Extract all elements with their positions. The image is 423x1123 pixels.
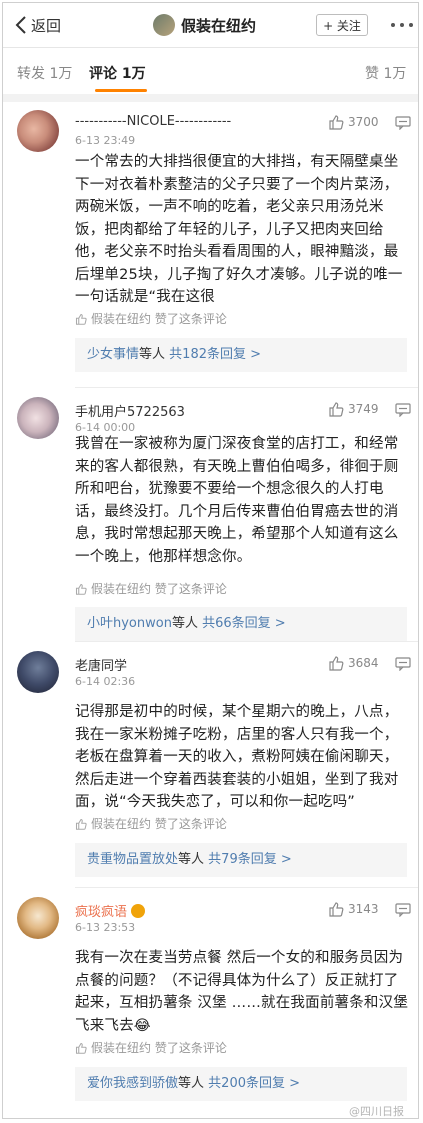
small-thumbs-up-icon bbox=[75, 1042, 87, 1054]
like-count: 3700 bbox=[348, 115, 379, 129]
small-thumbs-up-icon bbox=[75, 818, 87, 830]
small-thumbs-up-icon bbox=[75, 583, 87, 595]
like-count: 3684 bbox=[348, 656, 379, 670]
vip-badge-icon bbox=[131, 904, 146, 918]
comment-username[interactable]: 老唐同学 bbox=[75, 655, 127, 674]
section-divider bbox=[3, 94, 418, 102]
reply-mid-text: 等人 bbox=[178, 852, 205, 867]
comment-time: 6-13 23:53 bbox=[75, 921, 136, 934]
like-button[interactable]: 3143 bbox=[328, 901, 379, 917]
avatar[interactable] bbox=[17, 651, 59, 693]
screen-frame: 返回 假装在纽约 + 关注 转发 1万 评论 1万 赞 1万 ---------… bbox=[2, 2, 419, 1119]
comment-divider bbox=[75, 887, 418, 888]
reply-user[interactable]: 爱你我感到骄傲 bbox=[87, 1076, 178, 1091]
reply-icon[interactable] bbox=[395, 657, 411, 671]
like-count: 3143 bbox=[348, 902, 379, 916]
replies-summary[interactable]: 爱你我感到骄傲等人 共200条回复 > bbox=[75, 1067, 407, 1101]
reply-count[interactable]: 共200条回复 > bbox=[208, 1076, 300, 1091]
avatar[interactable] bbox=[17, 897, 59, 939]
follow-button[interactable]: + 关注 bbox=[316, 14, 368, 36]
like-button[interactable]: 3684 bbox=[328, 655, 379, 671]
reply-mid-text: 等人 bbox=[139, 347, 166, 362]
comment-text: 记得那是初中的时候，某个星期六的晚上，八点，我在一家米粉摊子吃粉，店里的客人只有… bbox=[75, 704, 399, 810]
small-thumbs-up-icon bbox=[75, 313, 87, 325]
reply-count[interactable]: 共66条回复 > bbox=[202, 616, 286, 631]
comment-username-text: 疯琰疯语 bbox=[75, 905, 128, 920]
liked-by-text: 假装在纽约 赞了这条评论 bbox=[91, 1041, 227, 1055]
page-title-group: 假装在纽约 bbox=[153, 13, 256, 37]
like-button[interactable]: 3749 bbox=[328, 401, 379, 417]
comment-item: 老唐同学 6-14 02:36 3684 记得那是初中的时候，某个星期六的晚上，… bbox=[3, 643, 418, 888]
comment-time: 6-13 23:49 bbox=[75, 134, 136, 147]
author-avatar[interactable] bbox=[153, 14, 175, 36]
comment-item: 手机用户5722563 6-14 00:00 3749 我曾在一家被称为厦门深夜… bbox=[3, 389, 418, 642]
comment-divider bbox=[75, 641, 418, 642]
reply-count[interactable]: 共182条回复 > bbox=[169, 347, 261, 362]
thumbs-up-icon bbox=[329, 656, 344, 671]
thumbs-up-icon bbox=[329, 115, 344, 130]
back-label: 返回 bbox=[31, 16, 62, 35]
avatar[interactable] bbox=[17, 397, 59, 439]
like-button[interactable]: 3700 bbox=[328, 114, 379, 130]
more-options-icon[interactable] bbox=[391, 15, 413, 35]
author-liked-note: 假装在纽约 赞了这条评论 bbox=[75, 1039, 227, 1056]
comment-item: 疯琰疯语 6-13 23:53 3143 我有一次在麦当劳点餐 然后一个女的和服… bbox=[3, 889, 418, 1104]
reply-icon[interactable] bbox=[395, 403, 411, 417]
comment-username[interactable]: -----------NICOLE------------ bbox=[75, 114, 231, 129]
comment-text: 我有一次在麦当劳点餐 然后一个女的和服务员因为点餐的问题？（不记得具体为什么了）… bbox=[75, 950, 409, 1034]
tab-bar: 转发 1万 评论 1万 赞 1万 bbox=[3, 48, 418, 94]
tab-comments[interactable]: 评论 1万 bbox=[89, 63, 146, 83]
comment-username[interactable]: 手机用户5722563 bbox=[75, 401, 185, 420]
liked-by-text: 假装在纽约 赞了这条评论 bbox=[91, 312, 227, 326]
tab-likes[interactable]: 赞 1万 bbox=[365, 63, 406, 83]
top-bar: 返回 假装在纽约 + 关注 bbox=[3, 3, 418, 48]
reply-mid-text: 等人 bbox=[178, 1076, 205, 1091]
reply-user[interactable]: 小叶hyonwon bbox=[87, 616, 172, 631]
page-title: 假装在纽约 bbox=[181, 16, 257, 35]
watermark: @四川日报 bbox=[349, 1105, 404, 1118]
replies-summary[interactable]: 小叶hyonwon等人 共66条回复 > bbox=[75, 607, 407, 641]
comment-time: 6-14 02:36 bbox=[75, 675, 136, 688]
liked-by-text: 假装在纽约 赞了这条评论 bbox=[91, 817, 227, 831]
thumbs-up-icon bbox=[329, 902, 344, 917]
thumbs-up-icon bbox=[329, 402, 344, 417]
comment-item: -----------NICOLE------------ 6-13 23:49… bbox=[3, 102, 418, 388]
avatar[interactable] bbox=[17, 110, 59, 152]
comment-text: 我曾在一家被称为厦门深夜食堂的店打工，和经常来的客人都很熟，有天晚上曹伯伯喝多，… bbox=[75, 436, 399, 565]
reply-count[interactable]: 共79条回复 > bbox=[208, 852, 292, 867]
reply-user[interactable]: 贵重物品置放处 bbox=[87, 852, 178, 867]
author-liked-note: 假装在纽约 赞了这条评论 bbox=[75, 310, 227, 327]
replies-summary[interactable]: 贵重物品置放处等人 共79条回复 > bbox=[75, 843, 407, 877]
reply-icon[interactable] bbox=[395, 116, 411, 130]
back-button[interactable]: 返回 bbox=[15, 13, 61, 37]
liked-by-text: 假装在纽约 赞了这条评论 bbox=[91, 582, 227, 596]
comment-text: 一个常去的大排挡很便宜的大排挡，有天隔壁桌坐下一对衣着朴素整洁的父子只要了一个肉… bbox=[75, 154, 403, 305]
reply-mid-text: 等人 bbox=[171, 616, 198, 631]
comment-divider bbox=[75, 387, 418, 388]
active-tab-indicator bbox=[95, 89, 147, 92]
author-liked-note: 假装在纽约 赞了这条评论 bbox=[75, 580, 227, 597]
tab-repost[interactable]: 转发 1万 bbox=[17, 63, 72, 83]
replies-summary[interactable]: 少女事情等人 共182条回复 > bbox=[75, 338, 407, 372]
comment-username[interactable]: 疯琰疯语 bbox=[75, 901, 146, 920]
like-count: 3749 bbox=[348, 402, 379, 416]
chevron-left-icon bbox=[15, 16, 26, 34]
author-liked-note: 假装在纽约 赞了这条评论 bbox=[75, 815, 227, 832]
reply-icon[interactable] bbox=[395, 903, 411, 917]
reply-user[interactable]: 少女事情 bbox=[87, 347, 139, 362]
